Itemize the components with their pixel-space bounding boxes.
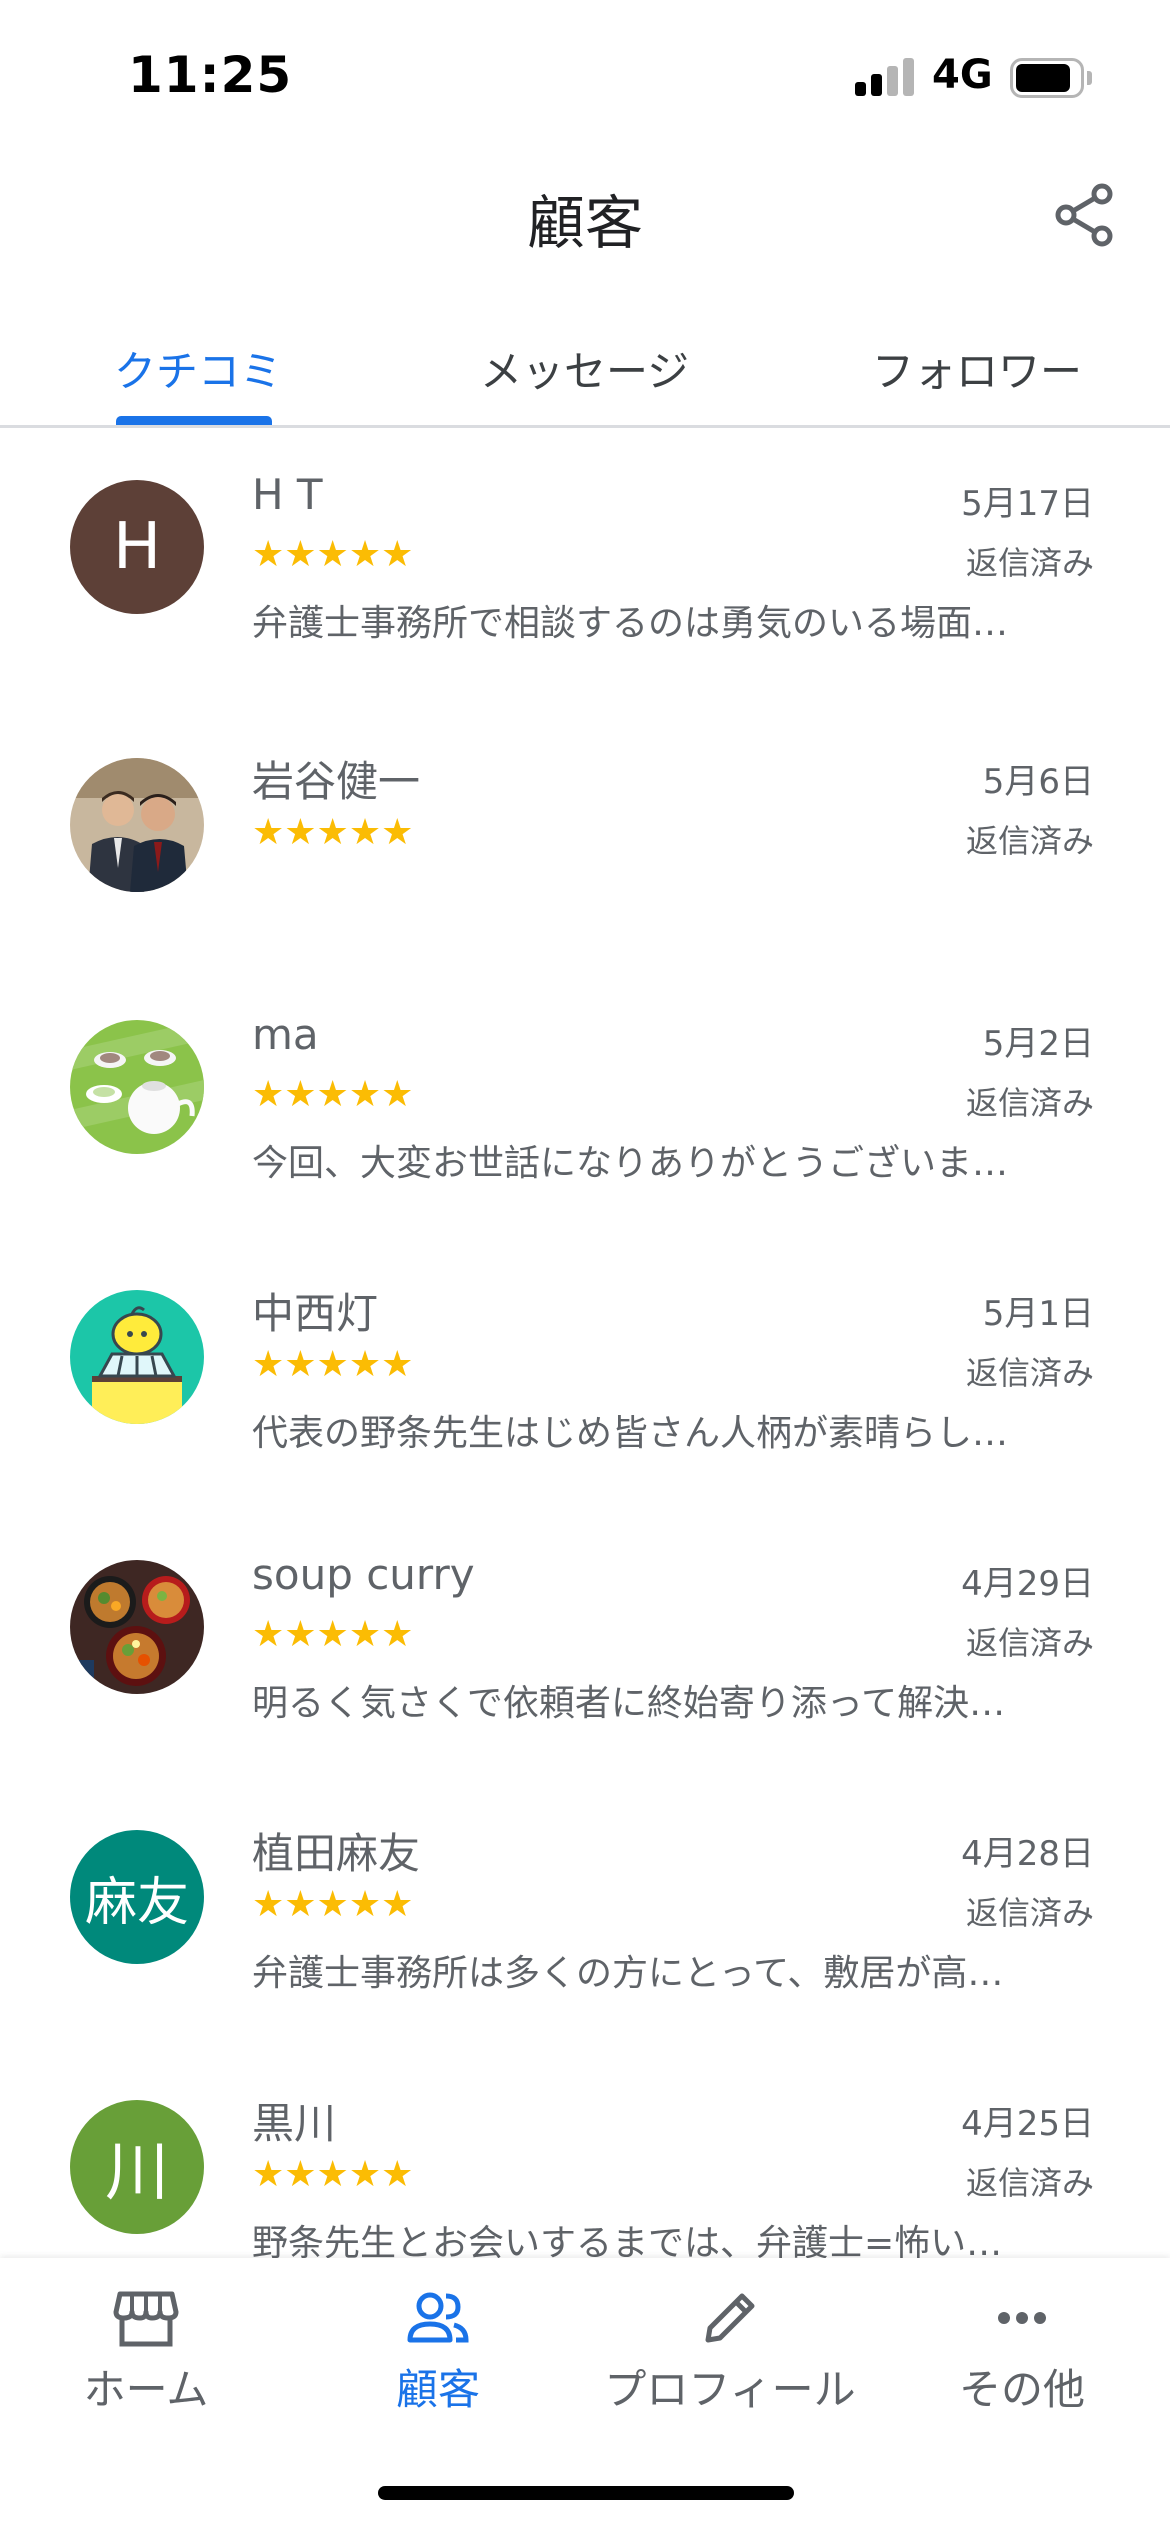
avatar-letter: 麻友 [84,1872,189,1933]
star-rating: ★★★★★ [252,534,414,575]
pencil-icon [705,2293,755,2343]
tab-bar: クチコミ メッセージ フォロワー [0,320,1170,428]
people-icon [407,2292,469,2343]
review-snippet: 弁護士事務所で相談するのは勇気のいる場面… [252,603,1009,644]
nav-profile[interactable]: プロフィール [584,2258,876,2418]
tab-followers[interactable]: フォロワー [872,338,1082,399]
avatar [70,1020,204,1154]
reply-status: 返信済み [965,1354,1094,1392]
review-date: 5月17日 [961,484,1094,524]
avatar-letter: 川 [105,2136,169,2210]
star-rating: ★★★★★ [252,812,414,853]
avatar-letter: H [112,510,162,584]
star-rating: ★★★★★ [252,1074,414,1115]
review-date: 4月29日 [961,1564,1094,1604]
review-date: 5月1日 [982,1294,1094,1334]
review-date: 5月2日 [982,1024,1094,1064]
nav-label: その他 [958,2365,1085,2414]
nav-home[interactable]: ホーム [0,2258,292,2418]
tab-reviews[interactable]: クチコミ [114,338,282,399]
app-header: 顧客 [0,150,1170,280]
active-tab-indicator [116,416,272,425]
reviewer-name: soup curry [252,1550,475,1599]
reply-status: 返信済み [965,544,1094,582]
star-rating: ★★★★★ [252,1614,414,1655]
more-horiz-icon [998,2312,1046,2324]
network-type: 4G [932,52,993,98]
avatar-photo-tea-set [70,1020,204,1154]
share-icon [1055,183,1113,247]
tab-messages[interactable]: メッセージ [480,338,689,399]
reply-status: 返信済み [965,822,1094,860]
phone-screen: 11:25 4G 顧客 クチコミ メッセージ フォロワー H H T 5月17日… [0,0,1170,2532]
reviewer-name: 岩谷健一 [252,757,421,806]
avatar-photo-food [70,1560,204,1694]
review-item[interactable]: soup curry 4月29日 ★★★★★ 返信済み 明るく気さくで依頼者に終… [0,1510,1170,1780]
reviewer-name: 植田麻友 [252,1829,421,1878]
status-bar: 11:25 4G [0,0,1170,150]
review-snippet: 代表の野条先生はじめ皆さん人柄が素晴らし… [252,1413,1009,1454]
reviewer-name: 中西灯 [252,1289,379,1338]
home-indicator[interactable] [378,2486,794,2500]
avatar: H [70,480,204,614]
reply-status: 返信済み [965,1894,1094,1932]
avatar-illustration-lemon-juicer [70,1290,204,1424]
avatar [70,1290,204,1424]
reviewer-name: 黒川 [252,2099,337,2148]
review-snippet: 弁護士事務所は多くの方にとって、敷居が高… [252,1953,1004,1994]
reply-status: 返信済み [965,1084,1094,1122]
review-item[interactable]: 麻友 植田麻友 4月28日 ★★★★★ 返信済み 弁護士事務所は多くの方にとって… [0,1780,1170,2050]
avatar: 川 [70,2100,204,2234]
reviewer-name: ma [252,1010,319,1059]
review-item[interactable]: ma 5月2日 ★★★★★ 返信済み 今回、大変お世話になりありがとうございま… [0,970,1170,1240]
review-date: 4月28日 [961,1834,1094,1874]
review-snippet: 明るく気さくで依頼者に終始寄り添って解決… [252,1683,1006,1724]
avatar [70,1560,204,1694]
status-time: 11:25 [128,46,293,104]
review-date: 4月25日 [961,2104,1094,2144]
review-item[interactable]: 中西灯 5月1日 ★★★★★ 返信済み 代表の野条先生はじめ皆さん人柄が素晴らし… [0,1240,1170,1510]
nav-label: ホーム [83,2365,209,2414]
reply-status: 返信済み [965,2164,1094,2202]
avatar: 麻友 [70,1830,204,1964]
star-rating: ★★★★★ [252,1344,414,1385]
nav-label: 顧客 [395,2365,480,2414]
storefront-icon [113,2291,179,2347]
star-rating: ★★★★★ [252,2154,414,2195]
review-snippet: 今回、大変お世話になりありがとうございま… [252,1143,1009,1184]
star-rating: ★★★★★ [252,1884,414,1925]
nav-label: プロフィール [604,2365,856,2414]
avatar-photo-two-men [70,758,204,892]
reviewer-name: H T [252,470,323,519]
reply-status: 返信済み [965,1624,1094,1662]
share-button[interactable] [1050,180,1120,250]
review-item[interactable]: 岩谷健一 5月6日 ★★★★★ 返信済み [0,708,1170,978]
nav-more[interactable]: その他 [876,2258,1168,2418]
signal-icon [855,58,915,96]
review-date: 5月6日 [982,762,1094,802]
review-item[interactable]: H H T 5月17日 ★★★★★ 返信済み 弁護士事務所で相談するのは勇気のい… [0,430,1170,700]
nav-customers[interactable]: 顧客 [292,2258,584,2418]
battery-icon [1010,58,1092,98]
page-title: 顧客 [526,189,643,257]
avatar [70,758,204,892]
